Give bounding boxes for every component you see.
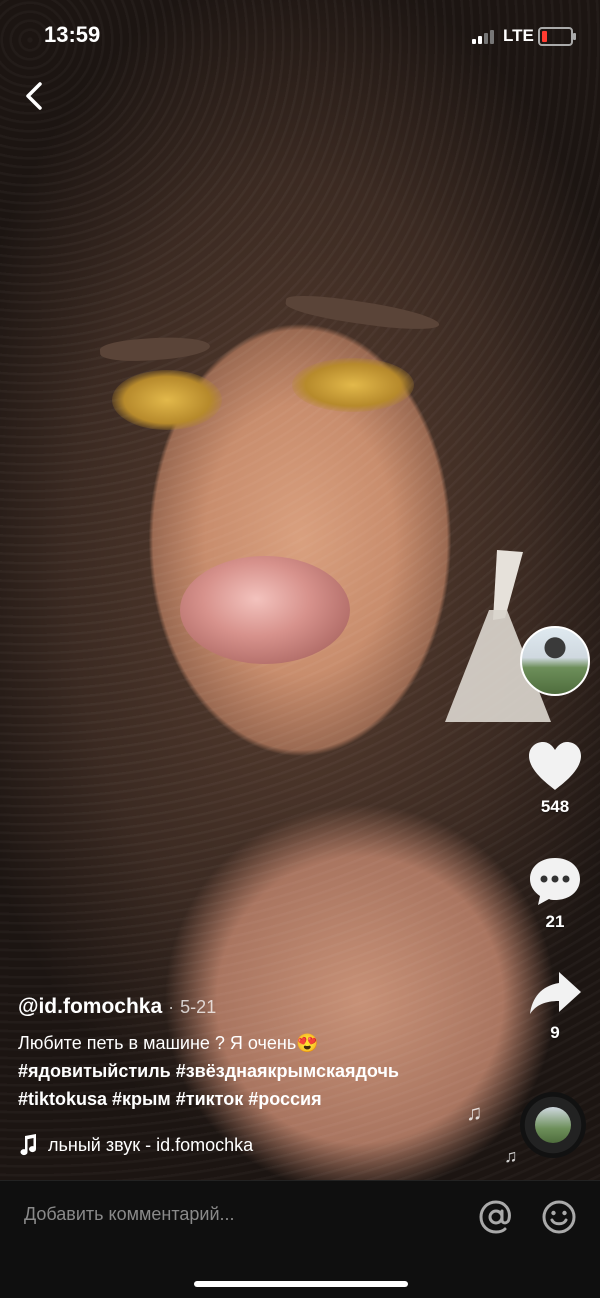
floating-note-icon: ♫ (466, 1100, 483, 1125)
hashtags-line-2[interactable]: #tiktokusa #крым #тикток #россия (18, 1085, 488, 1113)
comment-count: 21 (545, 912, 565, 931)
signal-icon (472, 30, 494, 44)
share-count: 9 (550, 1023, 560, 1042)
lips (180, 556, 350, 664)
disc-cover (535, 1107, 571, 1143)
author-username[interactable]: @id.fomochka (18, 995, 162, 1019)
separator-dot: · (168, 997, 175, 1017)
comment-icon (530, 858, 580, 905)
back-icon[interactable] (20, 78, 50, 114)
post-date: 5-21 (180, 997, 217, 1017)
left-eye (112, 370, 222, 430)
share-icon (530, 972, 581, 1014)
sound-name: льный звук - id.fomochka (48, 1134, 254, 1155)
battery-icon (538, 27, 576, 46)
like-button[interactable]: 548 (520, 740, 590, 817)
music-disc[interactable] (520, 1092, 586, 1158)
hashtags-line-1[interactable]: #ядовитыйстиль #звёзднаякрымскаядочь (18, 1057, 488, 1085)
comment-bar: Добавить комментарий... (0, 1180, 600, 1298)
music-note-icon (20, 1134, 37, 1156)
status-bar: 13:59 LTE (0, 0, 600, 70)
mention-icon[interactable] (478, 1199, 514, 1235)
status-time: 13:59 (44, 22, 101, 47)
description-text: Любите петь в машине ? Я очень😍 (18, 1033, 319, 1053)
sound-row[interactable]: льный звук - id.fomochka (18, 1134, 478, 1156)
like-count: 548 (540, 797, 570, 816)
comment-input[interactable]: Добавить комментарий... (24, 1204, 235, 1225)
post-description: Любите петь в машине ? Я очень😍 #ядовиты… (18, 1029, 488, 1113)
comment-button[interactable]: 21 (520, 855, 590, 932)
right-eye (292, 358, 414, 412)
floating-note-icon-small: ♫ (504, 1146, 518, 1166)
emoji-icon[interactable] (541, 1199, 577, 1235)
share-button[interactable]: 9 (520, 968, 590, 1043)
creator-avatar[interactable] (520, 626, 590, 696)
heart-icon (529, 742, 581, 790)
network-label: LTE (503, 26, 534, 45)
post-caption: @id.fomochka · 5-21 Любите петь в машине… (18, 995, 488, 1113)
home-indicator (194, 1281, 408, 1287)
